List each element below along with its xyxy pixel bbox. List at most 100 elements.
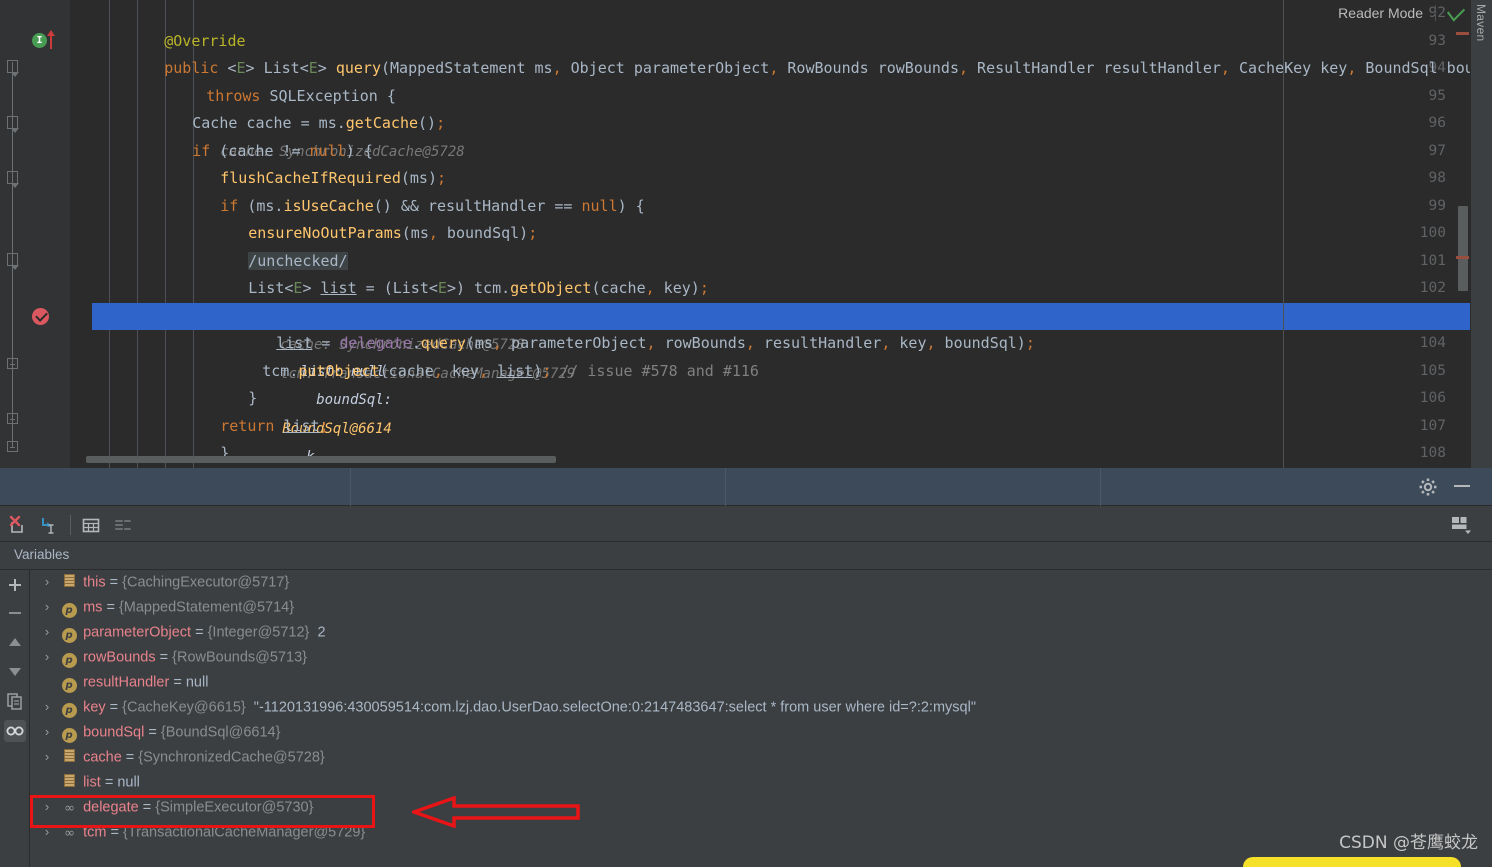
variable-row-delegate[interactable]: › ∞ delegate = {SimpleExecutor@5730} bbox=[31, 795, 1492, 820]
variable-type: {CacheKey@6615} bbox=[122, 699, 246, 716]
variable-row-tcm[interactable]: › ∞ tcm = {TransactionalCacheManager@572… bbox=[31, 820, 1492, 845]
mute-breakpoints-button[interactable] bbox=[6, 514, 28, 536]
variable-name: key bbox=[83, 699, 106, 716]
fold-marker[interactable] bbox=[7, 253, 19, 270]
variable-row-ms[interactable]: › p ms = {MappedStatement@5714} bbox=[31, 595, 1492, 620]
param-icon: p bbox=[59, 644, 79, 669]
code-line-98: if (ms.isUseCache() && resultHandler == … bbox=[220, 196, 645, 215]
object-icon bbox=[59, 744, 79, 769]
reader-mode-control[interactable]: Reader Mode bbox=[1338, 0, 1465, 26]
variable-name: this bbox=[83, 574, 106, 591]
expand-chevron-icon[interactable]: › bbox=[39, 619, 55, 644]
variable-type: {Integer@5712} bbox=[207, 624, 310, 641]
expand-chevron-icon[interactable]: › bbox=[39, 644, 55, 669]
expand-chevron-icon[interactable]: › bbox=[39, 819, 55, 844]
code-line-92: @Override bbox=[92, 0, 1492, 50]
code-editor[interactable]: 92 93 94 95 96 97 98 99 100 101 102 103 … bbox=[0, 0, 1492, 468]
variable-name: list bbox=[83, 774, 101, 791]
move-down-button[interactable] bbox=[4, 660, 26, 682]
code-line-106: return list; bbox=[220, 416, 329, 435]
param-icon: p bbox=[59, 619, 79, 644]
variable-type: {CachingExecutor@5717} bbox=[122, 574, 290, 591]
variable-row-key[interactable]: › p key = {CacheKey@6615} "-1120131996:4… bbox=[31, 695, 1492, 720]
editor-horizontal-scrollbar[interactable] bbox=[86, 456, 556, 463]
fold-marker[interactable] bbox=[7, 171, 19, 188]
field-icon: ∞ bbox=[64, 826, 75, 841]
right-tool-window-strip[interactable]: Maven bbox=[1470, 0, 1492, 468]
code-line-105: } bbox=[92, 358, 1492, 407]
variables-tree[interactable]: › this = {CachingExecutor@5717} › p ms =… bbox=[31, 570, 1492, 867]
move-up-button[interactable] bbox=[4, 632, 26, 654]
scrollbar-thumb[interactable] bbox=[1458, 206, 1468, 291]
variables-tab-label: Variables bbox=[14, 547, 70, 562]
sort-values-button[interactable] bbox=[112, 514, 134, 536]
variable-name: delegate bbox=[83, 799, 139, 816]
variable-row-list[interactable]: list = null bbox=[31, 770, 1492, 795]
variable-value: null bbox=[117, 774, 140, 791]
param-icon: p bbox=[59, 594, 79, 619]
override-arrow-icon bbox=[47, 29, 55, 49]
expand-chevron-icon[interactable]: › bbox=[39, 594, 55, 619]
code-line-96: if (cache != null) { bbox=[192, 141, 373, 160]
editor-scrollbar[interactable] bbox=[1456, 26, 1469, 456]
variable-type: {SynchronizedCache@5728} bbox=[138, 749, 325, 766]
expand-chevron-icon[interactable]: › bbox=[39, 719, 55, 744]
variable-row-parameterObject[interactable]: › p parameterObject = {Integer@5712} 2 bbox=[31, 620, 1492, 645]
expand-chevron-icon[interactable]: › bbox=[39, 694, 55, 719]
inspect-button[interactable] bbox=[4, 720, 26, 742]
bottom-yellow-element bbox=[1243, 857, 1461, 867]
evaluate-expression-button[interactable] bbox=[38, 514, 60, 536]
variable-type: {TransactionalCacheManager@5729} bbox=[122, 824, 366, 841]
field-icon: ∞ bbox=[64, 801, 75, 816]
variable-row-resultHandler[interactable]: p resultHandler = null bbox=[31, 670, 1492, 695]
fold-marker[interactable] bbox=[7, 413, 18, 424]
implementation-marker-icon[interactable]: I bbox=[32, 32, 47, 48]
divider bbox=[1435, 5, 1436, 21]
debugger-toolbar[interactable] bbox=[0, 506, 1492, 542]
tool-window-header-bar[interactable] bbox=[0, 468, 1492, 506]
code-line-108: } bbox=[92, 440, 1492, 468]
code-line-107: } bbox=[92, 413, 1492, 462]
check-icon[interactable] bbox=[1447, 0, 1465, 22]
param-icon: p bbox=[59, 669, 79, 694]
code-line-101: List<E> list = (List<E>) tcm.getObject(c… bbox=[248, 279, 709, 382]
variables-tab-header[interactable]: Variables bbox=[0, 542, 1492, 570]
show-as-table-button[interactable] bbox=[80, 514, 102, 536]
object-icon bbox=[59, 769, 79, 794]
line-93-markers[interactable]: I bbox=[30, 28, 60, 56]
fold-marker[interactable] bbox=[7, 60, 19, 77]
add-watch-button[interactable] bbox=[4, 574, 26, 596]
expand-chevron-icon[interactable]: › bbox=[39, 570, 55, 594]
minimize-icon[interactable] bbox=[1454, 485, 1470, 487]
variables-side-toolbar[interactable] bbox=[0, 570, 30, 867]
param-icon: p bbox=[59, 694, 79, 719]
variable-row-cache[interactable]: › cache = {SynchronizedCache@5728} bbox=[31, 745, 1492, 770]
fold-marker[interactable] bbox=[7, 441, 18, 452]
variable-name: boundSql bbox=[83, 724, 145, 741]
code-line-93: public <E> List<E> query(MappedStatement… bbox=[164, 59, 1492, 77]
expand-chevron-icon[interactable]: › bbox=[39, 794, 55, 819]
fold-marker[interactable] bbox=[7, 358, 18, 369]
breakpoint-icon[interactable] bbox=[32, 307, 49, 325]
line-103-markers[interactable] bbox=[30, 303, 60, 331]
fold-marker[interactable] bbox=[7, 116, 19, 133]
annotation-arrow-icon bbox=[412, 796, 580, 828]
expand-chevron-icon[interactable]: › bbox=[39, 744, 55, 769]
variable-type: {RowBounds@5713} bbox=[172, 649, 307, 666]
variable-row-rowBounds[interactable]: › p rowBounds = {RowBounds@5713} bbox=[31, 645, 1492, 670]
variable-row-boundSql[interactable]: › p boundSql = {BoundSql@6614} bbox=[31, 720, 1492, 745]
variable-name: ms bbox=[83, 599, 103, 616]
code-text-area[interactable]: @Override public <E> List<E> query(Mappe… bbox=[92, 0, 1492, 468]
maven-tool-button[interactable]: Maven bbox=[1474, 4, 1488, 42]
editor-fold-gutter[interactable] bbox=[70, 0, 92, 468]
watermark-text: CSDN @苍鹰蛟龙 bbox=[1339, 833, 1478, 853]
layout-settings-button[interactable] bbox=[1450, 514, 1474, 536]
copy-value-button[interactable] bbox=[4, 690, 26, 712]
remove-watch-button[interactable] bbox=[4, 602, 26, 624]
object-icon bbox=[59, 570, 79, 594]
variable-value: "-1120131996:430059514:com.lzj.dao.UserD… bbox=[253, 699, 976, 716]
gear-icon[interactable] bbox=[1418, 477, 1438, 497]
code-line-102: if (list == null) { bbox=[92, 275, 1492, 325]
variable-row-this[interactable]: › this = {CachingExecutor@5717} bbox=[31, 570, 1492, 595]
code-line-104: tcm.putObject(cache, key, list); // issu… bbox=[262, 361, 759, 380]
